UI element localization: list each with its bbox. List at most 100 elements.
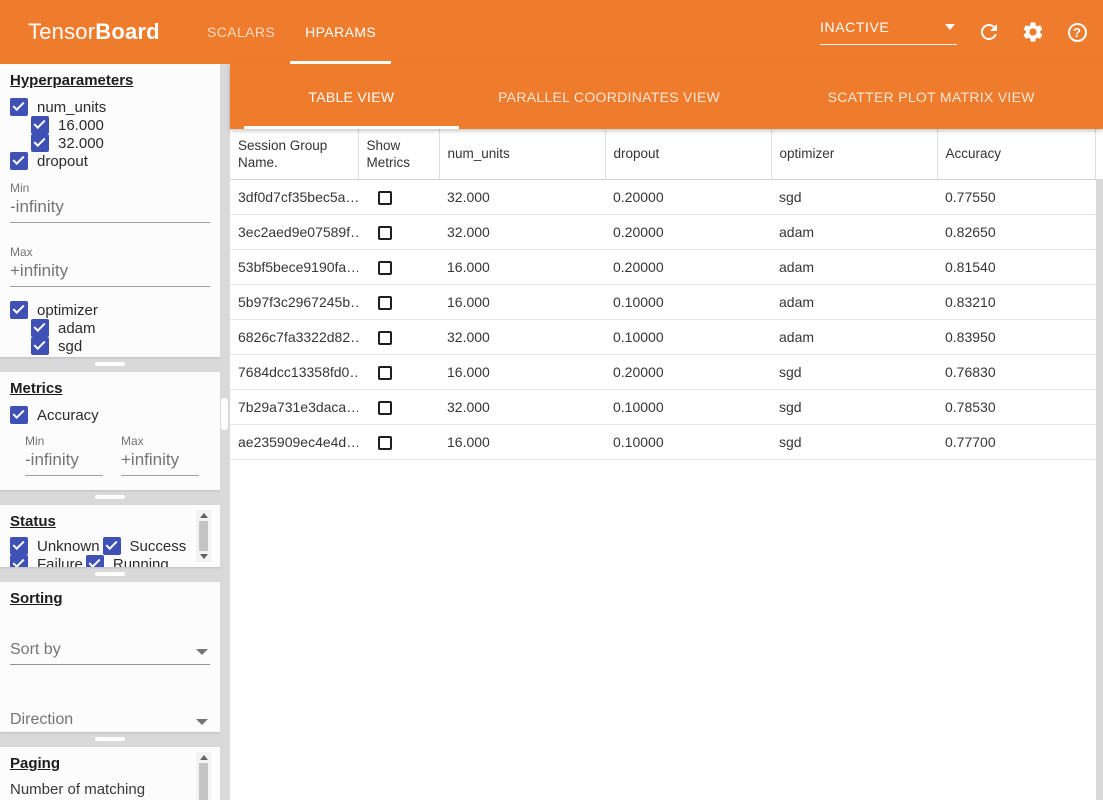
app-header: TensorBoard SCALARS HPARAMS INACTIVE xyxy=(0,0,1103,64)
caret-down-icon xyxy=(945,24,955,30)
num-units-cell: 32.000 xyxy=(439,319,605,354)
num-units-16-checkbox[interactable] xyxy=(31,116,49,134)
scroll-up-icon[interactable] xyxy=(200,755,208,760)
optimizer-checkbox[interactable] xyxy=(10,301,28,319)
sort-by-select[interactable]: Sort by xyxy=(10,641,210,665)
session-group-name-cell: 3ec2aed9e07589f… xyxy=(230,214,358,249)
show-metrics-checkbox[interactable] xyxy=(378,261,392,275)
status-unknown-checkbox[interactable] xyxy=(10,537,28,555)
show-metrics-checkbox[interactable] xyxy=(378,226,392,240)
page-body: Hyperparameters num_units 16.000 32.000 … xyxy=(0,64,1103,800)
session-group-name-cell: 53bf5bece9190fa… xyxy=(230,249,358,284)
show-metrics-checkbox[interactable] xyxy=(378,331,392,345)
hparam-num-units: num_units xyxy=(10,98,220,116)
scroll-down-icon[interactable] xyxy=(200,554,208,559)
optimizer-sgd-checkbox[interactable] xyxy=(31,337,49,355)
dropout-min-input[interactable] xyxy=(10,195,210,223)
optimizer-adam-checkbox[interactable] xyxy=(31,319,49,337)
paging-scrollbar[interactable] xyxy=(196,752,211,800)
accuracy-cell: 0.83210 xyxy=(937,284,1095,319)
dropout-cell: 0.20000 xyxy=(605,214,771,249)
panel-divider xyxy=(0,490,220,505)
num-units-cell: 16.000 xyxy=(439,284,605,319)
accuracy-min-field: Min xyxy=(25,434,103,476)
dropout-cell: 0.10000 xyxy=(605,319,771,354)
status-success-checkbox[interactable] xyxy=(103,537,121,555)
settings-button[interactable] xyxy=(1021,20,1045,44)
table-header: Session Group Name. Show Metrics num_uni… xyxy=(230,129,1095,179)
table-scrollbar[interactable] xyxy=(1096,179,1103,800)
status-success: Success xyxy=(103,537,187,555)
show-metrics-checkbox[interactable] xyxy=(378,401,392,415)
column-optimizer: optimizer xyxy=(771,129,937,179)
session-groups-table: Session Group Name. Show Metrics num_uni… xyxy=(230,129,1096,460)
hparam-optimizer-sgd: sgd xyxy=(31,337,220,355)
dropout-cell: 0.20000 xyxy=(605,179,771,214)
accuracy-checkbox[interactable] xyxy=(10,406,28,424)
show-metrics-cell xyxy=(358,179,439,214)
accuracy-range-fields: Min Max xyxy=(25,434,220,476)
optimizer-cell: adam xyxy=(771,249,937,284)
panel-resize-handle[interactable] xyxy=(95,495,125,499)
show-metrics-checkbox[interactable] xyxy=(378,296,392,310)
table-row: 3ec2aed9e07589f…32.0000.20000adam0.82650 xyxy=(230,214,1095,249)
accuracy-min-input[interactable] xyxy=(25,448,103,476)
status-mode-select[interactable]: INACTIVE xyxy=(820,19,957,45)
column-accuracy: Accuracy xyxy=(937,129,1095,179)
status-running-checkbox[interactable] xyxy=(86,555,104,567)
tab-hparams[interactable]: HPARAMS xyxy=(290,0,391,64)
show-metrics-checkbox[interactable] xyxy=(378,191,392,205)
optimizer-cell: adam xyxy=(771,214,937,249)
tab-scalars[interactable]: SCALARS xyxy=(192,0,290,64)
scrollbar-thumb[interactable] xyxy=(199,763,208,800)
sidebar-scrollbar[interactable] xyxy=(220,64,230,800)
tab-parallel-coordinates-view[interactable]: PARALLEL COORDINATES VIEW xyxy=(459,64,760,129)
table-header-row: Session Group Name. Show Metrics num_uni… xyxy=(230,129,1095,179)
table-row: 7684dcc13358fd0…16.0000.20000sgd0.76830 xyxy=(230,354,1095,389)
num-units-checkbox[interactable] xyxy=(10,98,28,116)
dropout-max-field: Max xyxy=(10,245,210,287)
tab-scatter-plot-matrix-view[interactable]: SCATTER PLOT MATRIX VIEW xyxy=(759,64,1103,129)
accuracy-max-input[interactable] xyxy=(121,448,199,476)
session-group-name-cell: 7684dcc13358fd0… xyxy=(230,354,358,389)
num-units-cell: 16.000 xyxy=(439,424,605,459)
status-running: Running xyxy=(86,555,169,567)
direction-select[interactable]: Direction xyxy=(10,711,210,732)
panel-resize-handle[interactable] xyxy=(95,362,125,366)
dropout-cell: 0.10000 xyxy=(605,424,771,459)
help-button[interactable]: ? xyxy=(1065,20,1089,44)
optimizer-cell: sgd xyxy=(771,424,937,459)
column-session-group-name: Session Group Name. xyxy=(230,129,358,179)
scrollbar-thumb[interactable] xyxy=(199,521,208,551)
status-scrollbar[interactable] xyxy=(196,510,211,562)
status-failure-checkbox[interactable] xyxy=(10,555,28,567)
session-group-name-cell: 5b97f3c2967245b… xyxy=(230,284,358,319)
refresh-button[interactable] xyxy=(977,20,1001,44)
app-title-tensor: Tensor xyxy=(28,19,95,45)
status-unknown: Unknown xyxy=(10,537,100,555)
panel-divider xyxy=(0,732,220,747)
scroll-up-icon[interactable] xyxy=(200,513,208,518)
accuracy-cell: 0.78530 xyxy=(937,389,1095,424)
show-metrics-checkbox[interactable] xyxy=(378,366,392,380)
accuracy-cell: 0.82650 xyxy=(937,214,1095,249)
status-options: Unknown Success Failure Running xyxy=(10,537,195,567)
column-num-units: num_units xyxy=(439,129,605,179)
dropout-max-input[interactable] xyxy=(10,259,210,287)
accuracy-cell: 0.77550 xyxy=(937,179,1095,214)
accuracy-cell: 0.81540 xyxy=(937,249,1095,284)
max-label: Max xyxy=(121,434,199,448)
show-metrics-checkbox[interactable] xyxy=(378,436,392,450)
dropout-checkbox[interactable] xyxy=(10,152,28,170)
show-metrics-cell xyxy=(358,214,439,249)
tab-table-view[interactable]: TABLE VIEW xyxy=(244,64,459,129)
accuracy-cell: 0.77700 xyxy=(937,424,1095,459)
panel-resize-handle[interactable] xyxy=(95,737,125,741)
dropout-min-field: Min xyxy=(10,181,210,223)
active-tab-underline xyxy=(244,126,459,129)
scrollbar-thumb[interactable] xyxy=(221,398,228,430)
hyperparameters-heading: Hyperparameters xyxy=(10,72,220,89)
num-units-32-checkbox[interactable] xyxy=(31,134,49,152)
panel-resize-handle[interactable] xyxy=(95,572,125,576)
optimizer-cell: adam xyxy=(771,319,937,354)
